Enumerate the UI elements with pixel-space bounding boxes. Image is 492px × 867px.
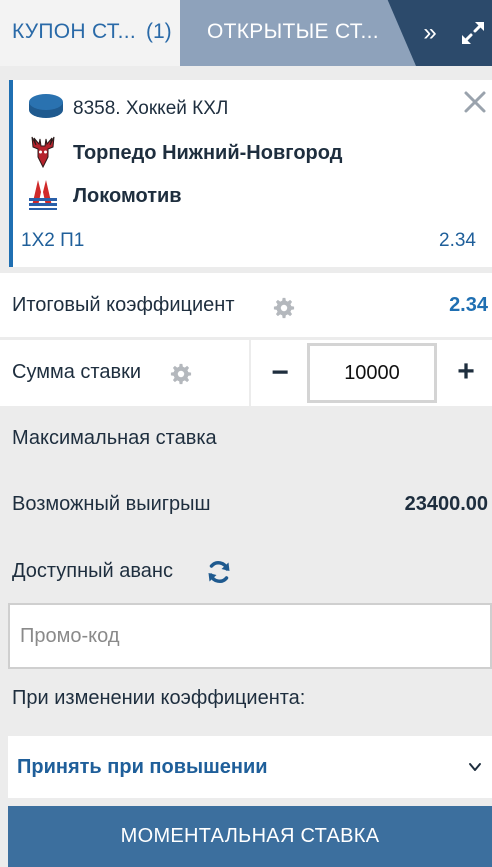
tab-coupon-count[interactable]: (1) [146, 20, 172, 44]
league-label: 8358. Хоккей КХЛ [73, 98, 229, 119]
market-odds: 2.34 [439, 230, 476, 251]
gear-icon[interactable] [273, 297, 295, 319]
team2-logo-icon [29, 180, 57, 210]
chevron-down-icon [469, 763, 481, 771]
tab-coupon-label[interactable]: КУПОН СТ... [12, 20, 136, 44]
market-label: 1X2 П1 [21, 230, 85, 251]
stake-label: Сумма ставки [12, 361, 142, 383]
stake-increase-button[interactable]: + [440, 340, 492, 406]
gear-icon[interactable] [170, 363, 192, 385]
stake-amount-input[interactable]: 10000 [307, 343, 437, 403]
team2-name: Локомотив [73, 185, 182, 207]
promo-code-input[interactable] [8, 603, 492, 669]
odds-change-label: При изменении коэффициента: [12, 687, 306, 709]
odds-change-select[interactable]: Принять при повышении [8, 736, 492, 798]
stake-label-cell: Сумма ставки [0, 340, 249, 406]
odds-change-selected: Принять при повышении [17, 756, 268, 778]
stake-decrease-button[interactable]: − [254, 340, 306, 406]
instant-bet-button[interactable]: МОМЕНТАЛЬНАЯ СТАВКА [8, 806, 492, 867]
hockey-puck-icon [29, 94, 63, 118]
expand-icon[interactable] [458, 18, 488, 48]
total-odds-label: Итоговый коэффициент [12, 294, 235, 316]
total-odds-row: Итоговый коэффициент 2.34 [0, 273, 492, 337]
refresh-icon[interactable] [206, 559, 232, 585]
team1-logo-icon [31, 136, 55, 169]
max-stake-link[interactable]: Максимальная ставка [12, 427, 217, 450]
possible-win-label: Возможный выигрыш [12, 493, 211, 515]
available-advance-label: Доступный аванс [12, 560, 173, 582]
team1-name: Торпедо Нижний-Новгород [73, 142, 343, 164]
total-odds-value: 2.34 [449, 294, 488, 316]
bet-event-card: 8358. Хоккей КХЛ Торпедо Нижний-Новгород… [9, 80, 492, 267]
possible-win-value: 23400.00 [404, 493, 488, 515]
close-icon[interactable] [461, 88, 489, 116]
tab-open-bets-label[interactable]: ОТКРЫТЫЕ СТ... [207, 20, 379, 44]
coupon-tabs: КУПОН СТ... (1) ОТКРЫТЫЕ СТ... » [0, 0, 492, 66]
double-chevron-right-icon[interactable]: » [415, 18, 445, 48]
